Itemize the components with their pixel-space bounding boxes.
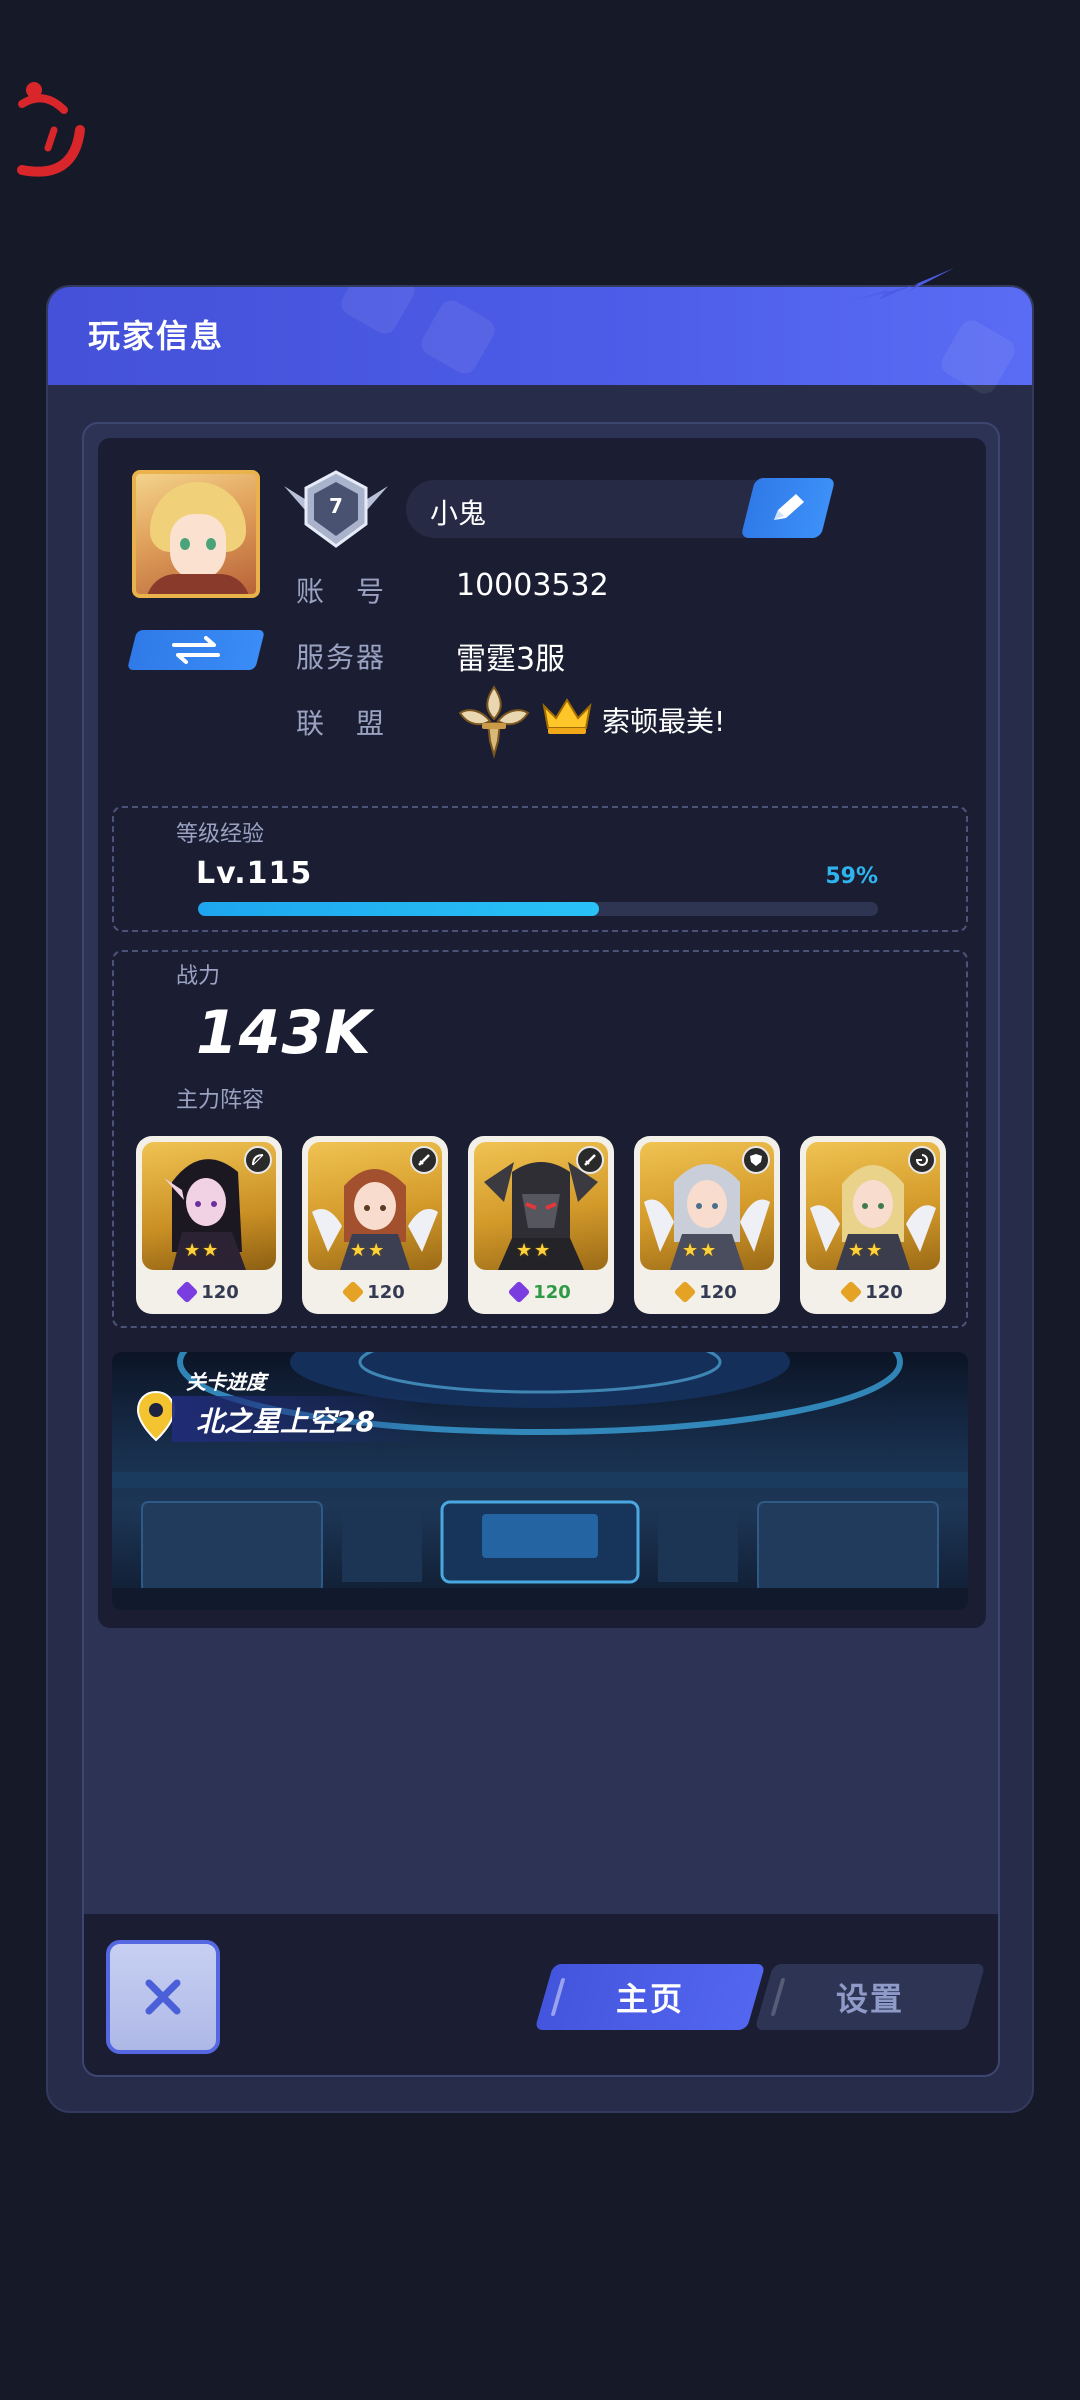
power-value: 143K bbox=[196, 998, 372, 1068]
switch-avatar-button[interactable] bbox=[127, 630, 265, 670]
pencil-icon bbox=[774, 494, 804, 520]
stage-progress-label: 关卡进度 bbox=[186, 1370, 266, 1394]
sword-icon bbox=[576, 1146, 604, 1174]
server-value: 雷霆3服 bbox=[456, 642, 566, 677]
purple-gem-icon bbox=[507, 1280, 531, 1304]
tab-decoration bbox=[770, 1978, 786, 2016]
location-pin-icon bbox=[136, 1390, 176, 1442]
player-name: 小鬼 bbox=[430, 497, 487, 530]
hero-level-row: 120 bbox=[468, 1276, 614, 1308]
hero-level: 120 bbox=[201, 1281, 239, 1303]
experience-box: 等级经验 Lv.115 59% bbox=[112, 806, 968, 932]
power-label: 战力 bbox=[176, 964, 221, 989]
hero-stars: ★ ★ bbox=[682, 1240, 717, 1261]
edit-name-button[interactable] bbox=[740, 478, 836, 538]
hero-stars: ★ ★ bbox=[516, 1240, 551, 1261]
header-decoration bbox=[417, 296, 499, 378]
screen: 玩家信息 7 小鬼 账 号 10003532 服务器 雷霆3服 联 盟 索顿最美… bbox=[0, 0, 1080, 2400]
experience-percent: 59% bbox=[825, 864, 878, 889]
header-lightning-icon bbox=[848, 268, 954, 302]
header-decoration bbox=[937, 316, 1019, 398]
hero-level-row: 120 bbox=[634, 1276, 780, 1308]
panel-title: 玩家信息 bbox=[88, 317, 225, 355]
bow-icon bbox=[244, 1146, 272, 1174]
hero-card[interactable]: ★ ★ 120 bbox=[302, 1136, 448, 1314]
sword-icon bbox=[410, 1146, 438, 1174]
hero-level-row: 120 bbox=[302, 1276, 448, 1308]
player-info-panel: 玩家信息 7 小鬼 账 号 10003532 服务器 雷霆3服 联 盟 索顿最美… bbox=[46, 285, 1034, 2113]
player-avatar[interactable] bbox=[132, 470, 260, 598]
server-label: 服务器 bbox=[296, 641, 387, 674]
close-button[interactable] bbox=[106, 1940, 220, 2054]
tab-home[interactable]: 主页 bbox=[534, 1964, 766, 2030]
experience-bar bbox=[198, 902, 878, 916]
power-box: 战力 143K 主力阵容 ★ ★ 120 ★ ★ 120 ★ ★ 120 ★ ★… bbox=[112, 950, 968, 1328]
stage-progress-banner[interactable]: 关卡进度 北之星上空28 bbox=[112, 1352, 968, 1610]
lineup-label: 主力阵容 bbox=[176, 1088, 265, 1113]
hero-level: 120 bbox=[367, 1281, 405, 1303]
swirl-icon bbox=[908, 1146, 936, 1174]
hero-level: 120 bbox=[699, 1281, 737, 1303]
hero-level: 120 bbox=[865, 1281, 903, 1303]
gold-gem-icon bbox=[839, 1280, 863, 1304]
alliance-label: 联 盟 bbox=[296, 707, 387, 740]
tab-settings[interactable]: 设置 bbox=[754, 1964, 986, 2030]
close-icon bbox=[145, 1979, 181, 2015]
hero-level-row: 120 bbox=[800, 1276, 946, 1308]
experience-bar-fill bbox=[198, 902, 600, 916]
stage-name: 北之星上空28 bbox=[196, 1405, 375, 1438]
app-logo-icon bbox=[17, 82, 85, 177]
alliance-name: 索顿最美! bbox=[602, 705, 726, 738]
player-level: Lv.115 bbox=[196, 856, 313, 891]
tab-decoration bbox=[550, 1978, 566, 2016]
hero-level: 120 bbox=[533, 1281, 571, 1303]
swap-arrows-icon bbox=[172, 636, 220, 664]
experience-label: 等级经验 bbox=[176, 822, 265, 847]
gold-gem-icon bbox=[673, 1280, 697, 1304]
rank-level: 7 bbox=[329, 494, 343, 518]
tab-settings-label: 设置 bbox=[835, 1980, 904, 2018]
gold-gem-icon bbox=[341, 1280, 365, 1304]
hero-level-row: 120 bbox=[136, 1276, 282, 1308]
hero-card[interactable]: ★ ★ 120 bbox=[634, 1136, 780, 1314]
hero-stars: ★ ★ bbox=[184, 1240, 219, 1261]
profile-card: 7 小鬼 账 号 10003532 服务器 雷霆3服 联 盟 索顿最美! 等级经… bbox=[98, 438, 986, 1628]
hero-card[interactable]: ★ ★ 120 bbox=[136, 1136, 282, 1314]
tab-home-label: 主页 bbox=[615, 1980, 684, 2018]
shield-icon bbox=[742, 1146, 770, 1174]
account-value: 10003532 bbox=[456, 568, 609, 603]
hero-card[interactable]: ★ ★ 120 bbox=[468, 1136, 614, 1314]
header-decoration bbox=[337, 287, 419, 338]
inner-frame: 7 小鬼 账 号 10003532 服务器 雷霆3服 联 盟 索顿最美! 等级经… bbox=[82, 422, 1000, 2077]
hero-stars: ★ ★ bbox=[350, 1240, 385, 1261]
alliance-emblem-icon bbox=[458, 685, 530, 759]
crown-icon bbox=[542, 698, 592, 734]
hero-card[interactable]: ★ ★ 120 bbox=[800, 1136, 946, 1314]
hero-stars: ★ ★ bbox=[848, 1240, 883, 1261]
bottom-bar: 主页 设置 bbox=[84, 1914, 998, 2075]
purple-gem-icon bbox=[175, 1280, 199, 1304]
account-label: 账 号 bbox=[296, 575, 387, 608]
